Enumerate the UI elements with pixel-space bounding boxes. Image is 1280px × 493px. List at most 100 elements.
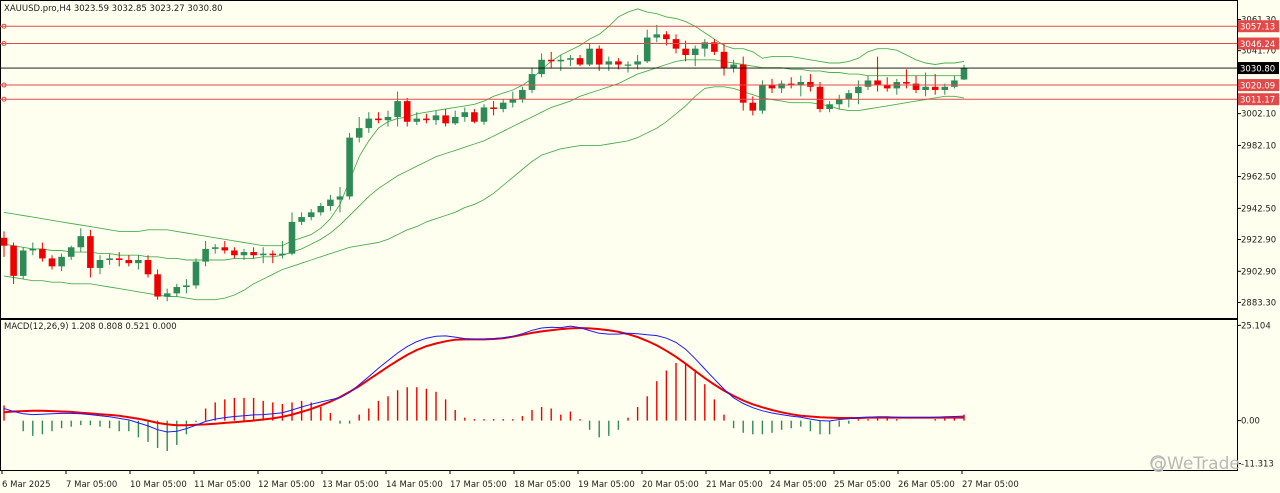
candle-body-bear [250,252,257,256]
chart-window: 3061.303041.703002.102982.102962.502942.… [0,0,1280,493]
time-axis-label: 12 Mar 05:00 [258,480,315,490]
candle-body-bear [231,250,238,256]
price-axis-label: 2942.50 [1241,204,1276,214]
candle-body-bull [643,37,651,62]
candle-body-bear [663,34,670,40]
candle-body-bull [499,102,507,110]
candle-body-bear [807,82,814,87]
macd-axis-label: 25.104 [1241,321,1271,331]
candle-body-bull [624,64,632,66]
candle-body-bear [547,59,555,62]
candle-body-bull [173,287,181,294]
macd-signal-line [3,326,964,427]
price-axis-label: 2883.30 [1241,298,1276,308]
candle-body-bull [605,61,613,65]
candle-body-bull [538,59,545,75]
level-badge-label: 3011.17 [1240,96,1275,106]
candle-body-bear [903,82,910,84]
candle-body-bull [29,248,37,251]
level-badge-label: 3020.09 [1240,82,1275,92]
candle-body-bull [183,285,190,288]
candle-body-bull [855,86,862,94]
time-axis-label: 7 Mar 05:00 [66,480,117,490]
candle-body-bull [413,118,421,122]
candles-group [0,24,968,302]
candle-body-bear [883,85,891,89]
candle-body-bull [67,247,75,257]
price-pane-frame [0,0,1238,319]
candle-body-bull [365,118,373,129]
watermark-text: @WeTrade [1150,454,1240,474]
candle-body-bear [471,112,478,122]
candle-body-bull [480,107,488,122]
time-axis-label: 19 Mar 05:00 [578,480,635,490]
macd-axis-label: -11.313 [1241,460,1274,470]
level-badge-label: 3057.13 [1240,23,1275,33]
candle-body-bear [931,86,939,90]
candle-body-bull [346,137,353,197]
time-axis-label: 13 Mar 05:00 [322,480,379,490]
candle-body-bull [960,68,968,80]
candle-body-bull [451,116,459,124]
price-axis-label: 3002.10 [1241,110,1276,120]
candle-body-bull [835,99,843,105]
candle-body-bear [874,80,881,86]
time-axis-label: 26 Mar 05:00 [898,480,955,490]
candle-body-bear [490,107,497,110]
candle-body-bull [336,196,344,200]
candle-body-bear [576,58,584,65]
macd-main-line [3,325,965,433]
candle-body-bear [615,61,622,65]
candle-body-bear [221,247,229,251]
candle-body-bear [269,253,277,256]
macd-axis-label: 0.00 [1241,417,1260,427]
time-axis-label: 25 Mar 05:00 [834,480,891,490]
macd-pane-frame [0,319,1238,471]
price-axis-label: 2902.90 [1241,267,1276,277]
time-axis-label: 18 Mar 05:00 [514,480,571,490]
price-axis-label: 2982.10 [1241,141,1276,151]
candle-body-bear [682,48,689,56]
price-axis-label: 2922.90 [1241,236,1276,246]
candle-body-bear [423,118,430,121]
candle-body-bear [10,245,17,276]
time-axis-label: 21 Mar 05:00 [706,480,763,490]
candle-body-bear [442,115,449,124]
candle-body-bear [768,85,776,89]
candle-body-bear [375,118,382,121]
candle-body-bull [19,250,27,276]
price-axis-label: 2962.50 [1241,173,1276,183]
candle-body-bear [720,51,728,68]
candle-body-bull [864,80,872,87]
candle-body-bear [125,259,133,264]
candle-body-bull [279,253,286,256]
candle-body-bull [730,64,737,68]
time-axis-label: 17 Mar 05:00 [450,480,507,490]
candle-body-bull [135,259,142,264]
candle-body-bull [519,89,526,100]
candle-body-bull [778,83,785,89]
candle-body-bear [154,274,161,297]
current-price-label: 3030.80 [1240,65,1275,75]
candle-body-bull [941,86,949,90]
candle-body-bull [259,253,267,256]
candle-body-bear [0,237,8,246]
candle-body-bull [106,258,113,260]
candle-body-bear [115,258,123,260]
candle-body-bull [951,80,958,87]
macd-header: MACD(12,26,9) 1.208 0.808 0.521 0.000 [4,322,177,332]
time-axis-label: 24 Mar 05:00 [770,480,827,490]
candle-body-bull [432,115,440,121]
level-badge-label: 3046.24 [1240,40,1275,50]
candle-body-bull [96,259,104,268]
candle-body-bull [192,261,200,286]
candle-body-bull [759,85,766,111]
candle-body-bull [288,221,296,254]
candle-body-bull [298,217,305,222]
time-axis-label: 20 Mar 05:00 [642,480,699,490]
candle-body-bull [691,48,699,56]
candle-body-bull [922,86,929,90]
candle-body-bull [58,256,65,267]
candle-body-bear [403,101,411,122]
candle-body-bear [87,236,94,268]
